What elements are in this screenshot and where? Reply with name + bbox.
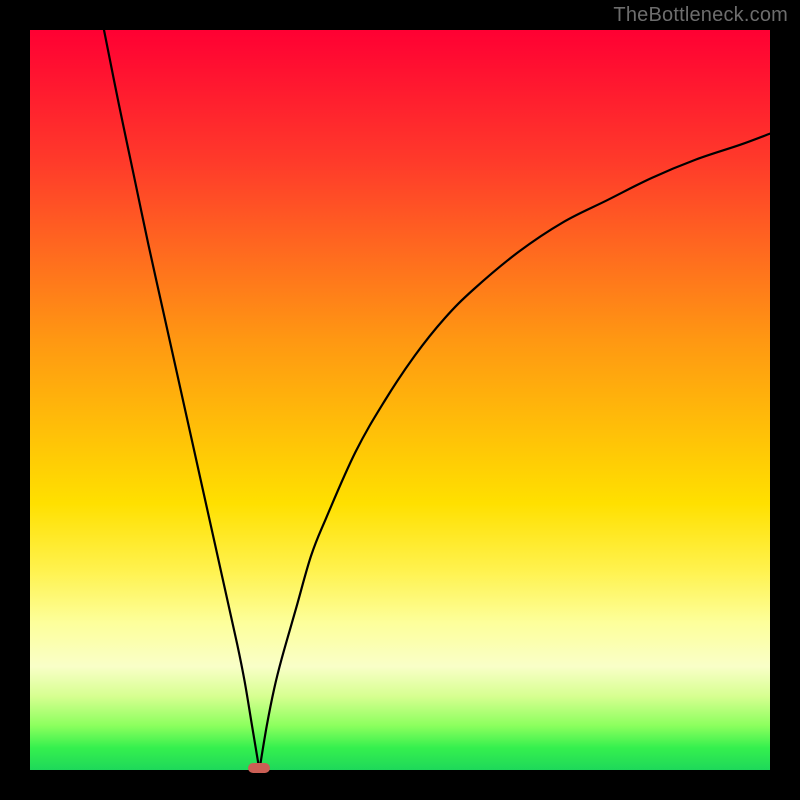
curve-left-branch (104, 30, 259, 770)
curve-right-branch (259, 134, 770, 770)
watermark-text: TheBottleneck.com (613, 4, 788, 27)
optimum-marker (248, 763, 270, 773)
chart-frame: TheBottleneck.com (0, 0, 800, 800)
bottleneck-curve (30, 30, 770, 770)
plot-area (30, 30, 770, 770)
